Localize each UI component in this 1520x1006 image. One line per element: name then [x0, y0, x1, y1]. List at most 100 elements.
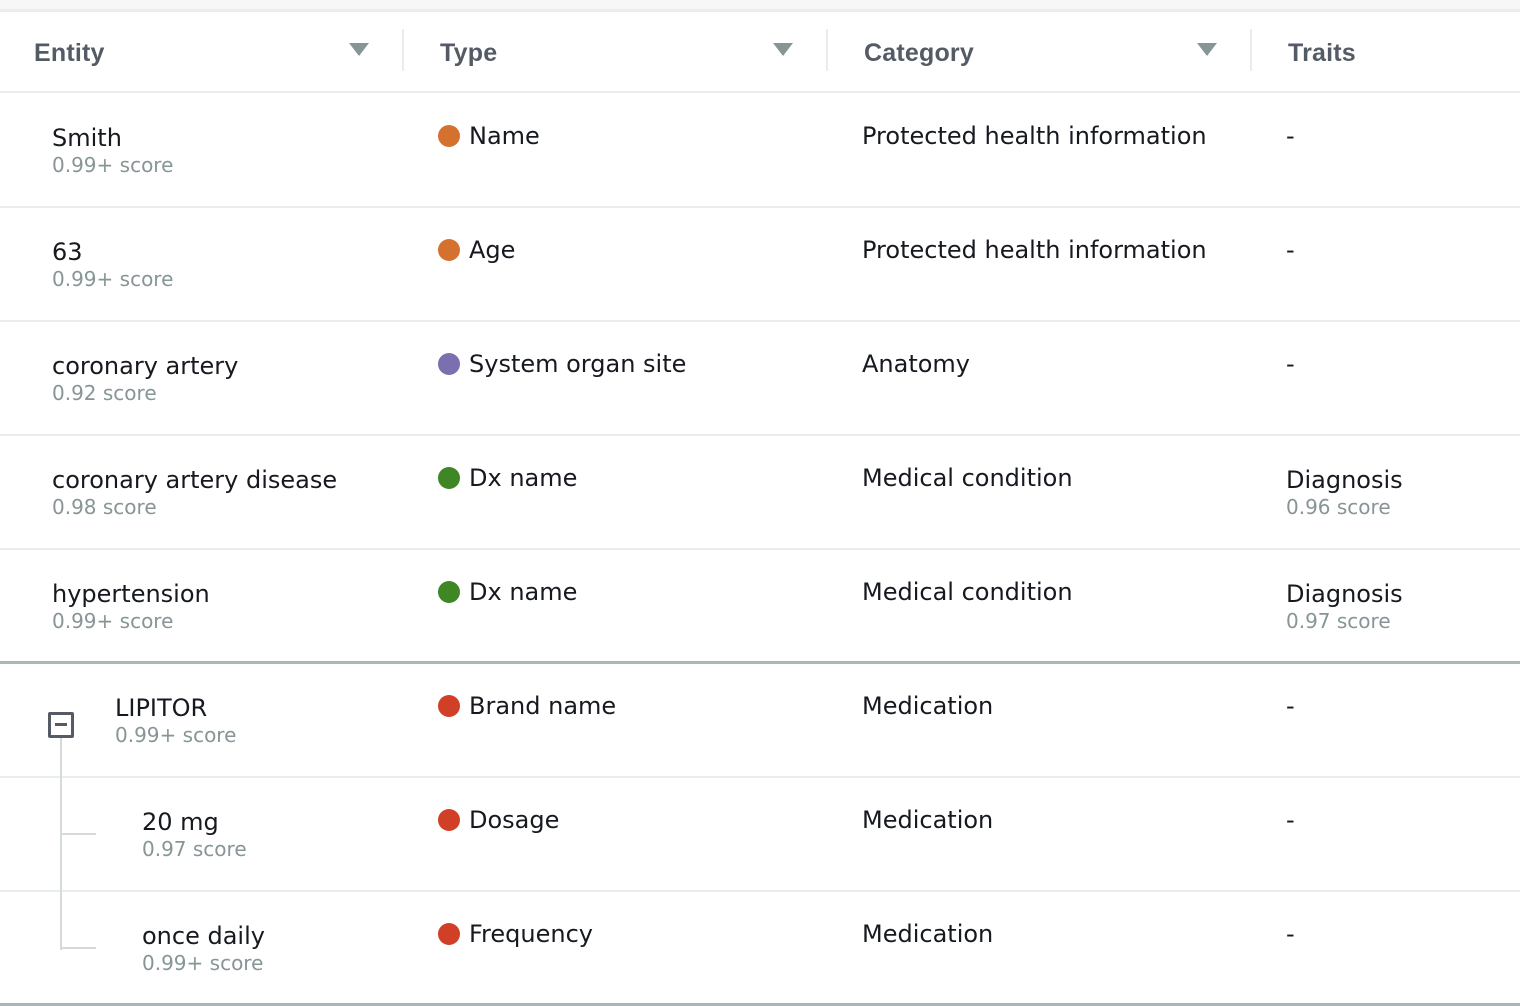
type-cell: Age — [438, 236, 515, 264]
entity-score: 0.99+ score — [142, 951, 264, 975]
trait-empty: - — [1286, 236, 1295, 264]
entity-text: once daily — [142, 922, 265, 950]
type-cell: Dx name — [438, 578, 577, 606]
type-color-dot-icon — [438, 239, 460, 261]
entity-score: 0.99+ score — [52, 267, 174, 291]
column-divider[interactable] — [402, 29, 404, 71]
type-color-dot-icon — [438, 809, 460, 831]
trait-empty: - — [1286, 920, 1295, 948]
type-cell: Frequency — [438, 920, 593, 948]
entity-text: coronary artery — [52, 352, 239, 380]
table-row[interactable]: once daily 0.99+ score Frequency Medication… — [0, 892, 1520, 1006]
type-cell: Dx name — [438, 464, 577, 492]
column-divider[interactable] — [1250, 29, 1252, 71]
entity-text: 63 — [52, 238, 83, 266]
trait-empty: - — [1286, 350, 1295, 378]
table-row[interactable]: coronary artery 0.92 score System organ si… — [0, 322, 1520, 436]
type-color-dot-icon — [438, 695, 460, 717]
column-header-type[interactable]: Type — [440, 15, 497, 91]
trait-empty: - — [1286, 806, 1295, 834]
type-cell: Dosage — [438, 806, 559, 834]
traits-cell: - — [1286, 806, 1295, 834]
trait-score: 0.96 score — [1286, 495, 1391, 519]
category-cell: Medication — [862, 692, 994, 720]
table-row[interactable]: LIPITOR 0.99+ score Brand name Medication - — [0, 664, 1520, 778]
table-row[interactable]: 63 0.99+ score Age Protected health informa… — [0, 208, 1520, 322]
entity-score: 0.92 score — [52, 381, 157, 405]
sort-caret-icon[interactable] — [1197, 43, 1217, 56]
collapse-toggle-icon[interactable] — [48, 712, 74, 738]
trait-empty: - — [1286, 692, 1295, 720]
category-cell: Protected health information — [862, 236, 1207, 264]
type-label: Brand name — [469, 692, 617, 720]
category-cell: Anatomy — [862, 350, 971, 378]
top-bar — [0, 0, 1520, 12]
tree-line-vertical — [60, 738, 62, 950]
traits-cell: Diagnosis 0.96 score — [1286, 464, 1403, 519]
table-row[interactable]: 20 mg 0.97 score Dosage Medication - — [0, 778, 1520, 892]
column-header-traits: Traits — [1288, 15, 1356, 91]
traits-cell: - — [1286, 920, 1295, 948]
column-header-label: Entity — [34, 38, 105, 67]
traits-cell: - — [1286, 122, 1295, 150]
column-divider[interactable] — [826, 29, 828, 71]
category-cell: Protected health information — [862, 122, 1207, 150]
type-label: Dosage — [469, 806, 560, 834]
type-cell: Name — [438, 122, 540, 150]
entity-text: LIPITOR — [115, 694, 208, 722]
tree-line-branch — [60, 947, 96, 949]
entity-cell: LIPITOR 0.99+ score — [115, 694, 236, 748]
type-color-dot-icon — [438, 125, 460, 147]
column-header-label: Category — [864, 38, 974, 67]
entity-score: 0.99+ score — [115, 723, 237, 747]
entity-score: 0.98 score — [52, 495, 157, 519]
trait-empty: - — [1286, 122, 1295, 150]
type-label: Frequency — [469, 920, 593, 948]
column-header-entity[interactable]: Entity — [34, 15, 105, 91]
entity-text: Smith — [52, 124, 122, 152]
entity-cell: once daily 0.99+ score — [142, 922, 265, 976]
entity-text: coronary artery disease — [52, 466, 338, 494]
type-color-dot-icon — [438, 581, 460, 603]
entity-cell: 20 mg 0.97 score — [142, 808, 247, 862]
type-label: Name — [469, 122, 540, 150]
type-color-dot-icon — [438, 467, 460, 489]
type-label: System organ site — [469, 350, 687, 378]
column-header-label: Type — [440, 38, 498, 67]
traits-cell: - — [1286, 350, 1295, 378]
traits-cell: - — [1286, 236, 1295, 264]
entity-cell: coronary artery disease 0.98 score — [52, 466, 337, 520]
type-label: Age — [469, 236, 516, 264]
entity-cell: coronary artery 0.92 score — [52, 352, 238, 406]
trait-name: Diagnosis — [1286, 580, 1403, 608]
sort-caret-icon[interactable] — [773, 43, 793, 56]
entity-cell: Smith 0.99+ score — [52, 124, 173, 178]
sort-caret-icon[interactable] — [349, 43, 369, 56]
entity-cell: hypertension 0.99+ score — [52, 580, 210, 634]
table-row[interactable]: hypertension 0.99+ score Dx name Medical co… — [0, 550, 1520, 664]
traits-cell: Diagnosis 0.97 score — [1286, 578, 1403, 633]
table-row[interactable]: Smith 0.99+ score Name Protected health inf… — [0, 94, 1520, 208]
entity-score: 0.99+ score — [52, 153, 174, 177]
type-cell: Brand name — [438, 692, 616, 720]
category-cell: Medical condition — [862, 464, 1073, 492]
trait-score: 0.97 score — [1286, 609, 1391, 633]
entity-score: 0.99+ score — [52, 609, 174, 633]
type-label: Dx name — [469, 464, 578, 492]
traits-cell: - — [1286, 692, 1295, 720]
table-row[interactable]: coronary artery disease 0.98 score Dx name… — [0, 436, 1520, 550]
column-header-category[interactable]: Category — [864, 15, 974, 91]
tree-line-branch — [60, 833, 96, 835]
column-header-label: Traits — [1288, 38, 1356, 67]
type-color-dot-icon — [438, 353, 460, 375]
type-cell: System organ site — [438, 350, 686, 378]
category-cell: Medication — [862, 920, 994, 948]
category-cell: Medication — [862, 806, 994, 834]
type-color-dot-icon — [438, 923, 460, 945]
entity-text: hypertension — [52, 580, 210, 608]
entity-score: 0.97 score — [142, 837, 247, 861]
category-cell: Medical condition — [862, 578, 1073, 606]
type-label: Dx name — [469, 578, 578, 606]
entity-cell: 63 0.99+ score — [52, 238, 173, 292]
entity-text: 20 mg — [142, 808, 219, 836]
